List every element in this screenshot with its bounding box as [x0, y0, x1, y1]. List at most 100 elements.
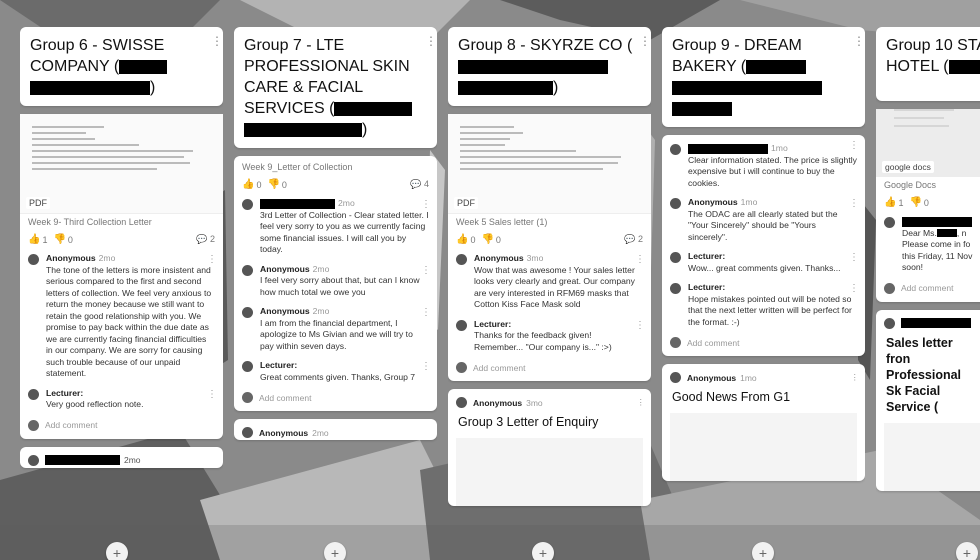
add-comment-placeholder: Add comment: [259, 392, 312, 403]
comment-menu-icon[interactable]: [421, 307, 431, 319]
post-card[interactable]: Week 9_Letter of Collection 👍 0 👎 0 💬 4 2m…: [234, 156, 437, 411]
redacted-text: [260, 198, 335, 209]
document-thumbnail[interactable]: [670, 413, 857, 481]
comment-menu-icon[interactable]: [849, 252, 859, 264]
post-header: [876, 310, 980, 331]
column-header[interactable]: Group 7 - LTE PROFESSIONAL SKIN CARE & F…: [234, 27, 437, 148]
comment-menu-icon[interactable]: [207, 389, 217, 401]
post-card[interactable]: Sales letter fron Professional Sk Facial…: [876, 309, 980, 491]
comment: Anonymous2mo I am from the financial dep…: [234, 302, 437, 356]
comment-time: 2mo: [312, 306, 330, 316]
comment-menu-icon[interactable]: [421, 265, 431, 277]
post-card[interactable]: PDF Week 9- Third Collection Letter 👍 1 👎…: [20, 114, 223, 439]
comment-time: 2mo: [312, 263, 330, 274]
column-header[interactable]: Group 10 STA HOTEL (: [876, 27, 980, 101]
comment-text: 3rd Letter of Collection - Clear stated …: [260, 209, 429, 255]
redacted-text: [458, 80, 553, 95]
comment-menu-icon[interactable]: [635, 320, 645, 332]
post-author: Anonymous: [687, 372, 737, 383]
dislike-count: 0: [495, 234, 501, 245]
attachment-caption[interactable]: Week 9- Third Collection Letter: [20, 214, 223, 230]
add-post-button[interactable]: +: [752, 542, 774, 560]
post-card[interactable]: Anonymous 1mo ⋮ Good News From G1: [662, 364, 865, 481]
post-card[interactable]: PDF Week 5 Sales letter (1) 👍 0 👎 0 💬 2 An…: [448, 114, 651, 381]
thumbs-up-icon[interactable]: 👍: [884, 197, 896, 208]
column-menu-icon[interactable]: [853, 35, 859, 47]
post-menu-icon[interactable]: ⋮: [637, 397, 646, 408]
add-post-button[interactable]: +: [956, 542, 978, 560]
thumbs-up-icon[interactable]: 👍: [456, 234, 468, 245]
attachment-caption[interactable]: Google Docs: [876, 177, 980, 193]
comment-time: 1mo: [740, 197, 758, 207]
anonymous-avatar-icon: [456, 397, 467, 408]
thumbs-up-icon[interactable]: 👍: [242, 179, 254, 190]
comment-count[interactable]: 💬 2: [196, 234, 215, 245]
comment-menu-icon[interactable]: [421, 199, 431, 211]
add-comment-field[interactable]: Add comment: [662, 332, 865, 356]
comment-count[interactable]: 💬 2: [624, 234, 643, 245]
comment-text: soon!: [902, 262, 924, 272]
comment-menu-icon[interactable]: [207, 254, 217, 266]
like-count: 1: [42, 234, 48, 245]
add-comment-field[interactable]: Add comment: [448, 357, 651, 381]
pdf-thumbnail[interactable]: PDF: [20, 114, 223, 214]
column-menu-icon[interactable]: [211, 35, 217, 47]
document-thumbnail[interactable]: [456, 438, 643, 506]
column-title: Group 6 - SWISSE COMPANY ( ): [30, 35, 213, 98]
add-post-button[interactable]: +: [532, 542, 554, 560]
pdf-thumbnail[interactable]: PDF: [448, 114, 651, 214]
comment-menu-icon[interactable]: [849, 283, 859, 295]
add-comment-field[interactable]: Add comment: [234, 387, 437, 411]
post-card[interactable]: google docs Google Docs 👍 1 👎 0 Dear Ms., …: [876, 109, 980, 302]
google-docs-thumbnail[interactable]: google docs: [876, 109, 980, 177]
comment-text: The tone of the letters is more insisten…: [46, 264, 212, 379]
user-avatar-icon: [884, 282, 895, 294]
redacted-text: [688, 143, 768, 154]
comment-text: Hope mistakes pointed out will be noted …: [688, 293, 852, 327]
column-header[interactable]: Group 6 - SWISSE COMPANY ( ): [20, 27, 223, 106]
column-menu-icon[interactable]: [639, 35, 645, 47]
column-group-8: Group 8 - SKYRZE CO ( ) PDF Week 5 Sales…: [448, 27, 651, 525]
post-time: 3mo: [526, 397, 543, 408]
column-title: Group 8 - SKYRZE CO ( ): [458, 37, 633, 96]
add-comment-field[interactable]: Add comment: [20, 415, 223, 439]
comment-menu-icon[interactable]: [849, 140, 859, 152]
post-card[interactable]: Anonymous 2mo: [234, 419, 437, 440]
comment-menu-icon[interactable]: [849, 198, 859, 210]
column-header[interactable]: Group 9 - DREAM BAKERY (: [662, 27, 865, 127]
comment-menu-icon[interactable]: [421, 361, 431, 373]
thumbs-down-icon[interactable]: 👎: [481, 234, 493, 245]
pdf-badge: PDF: [26, 197, 50, 209]
post-caption[interactable]: Week 9_Letter of Collection: [234, 156, 437, 175]
user-avatar-icon: [456, 362, 467, 373]
post-time: 2mo: [124, 455, 141, 465]
comment: Anonymous1mo The ODAC are all clearly st…: [662, 193, 865, 247]
post-card[interactable]: 2mo: [20, 446, 223, 468]
comment: Lecturer: Wow... great comments given. T…: [662, 247, 865, 278]
comment-menu-icon[interactable]: [635, 254, 645, 266]
thumbs-down-icon[interactable]: 👎: [267, 179, 279, 190]
post-header: Anonymous 1mo ⋮: [662, 364, 865, 385]
add-post-button[interactable]: +: [106, 542, 128, 560]
add-comment-field[interactable]: Add comment: [876, 278, 980, 302]
column-header[interactable]: Group 8 - SKYRZE CO ( ): [448, 27, 651, 106]
comment-count[interactable]: 💬 4: [410, 179, 429, 190]
pdf-badge: PDF: [454, 197, 478, 209]
thumbs-down-icon[interactable]: 👎: [909, 197, 921, 208]
add-post-button[interactable]: +: [324, 542, 346, 560]
anonymous-avatar-icon: [242, 264, 253, 276]
post-card[interactable]: 1mo Clear information stated. The price …: [662, 135, 865, 356]
post-menu-icon[interactable]: ⋮: [851, 372, 860, 383]
thumbs-up-icon[interactable]: 👍: [28, 234, 40, 245]
column-menu-icon[interactable]: [425, 35, 431, 47]
reactions-bar: 👍 0 👎 0 💬 2: [448, 230, 651, 249]
add-comment-placeholder: Add comment: [901, 283, 954, 293]
attachment-caption[interactable]: Week 5 Sales letter (1): [448, 214, 651, 230]
reactions-bar: 👍 1 👎 0 💬 2: [20, 230, 223, 249]
comment-author: Anonymous: [260, 306, 310, 316]
post-card[interactable]: Anonymous 3mo ⋮ Group 3 Letter of Enquir…: [448, 389, 651, 506]
document-thumbnail[interactable]: [884, 422, 980, 491]
anonymous-avatar-icon: [670, 372, 681, 383]
thumbs-down-icon[interactable]: 👎: [53, 234, 65, 245]
comment-author: Lecturer:: [474, 318, 512, 329]
